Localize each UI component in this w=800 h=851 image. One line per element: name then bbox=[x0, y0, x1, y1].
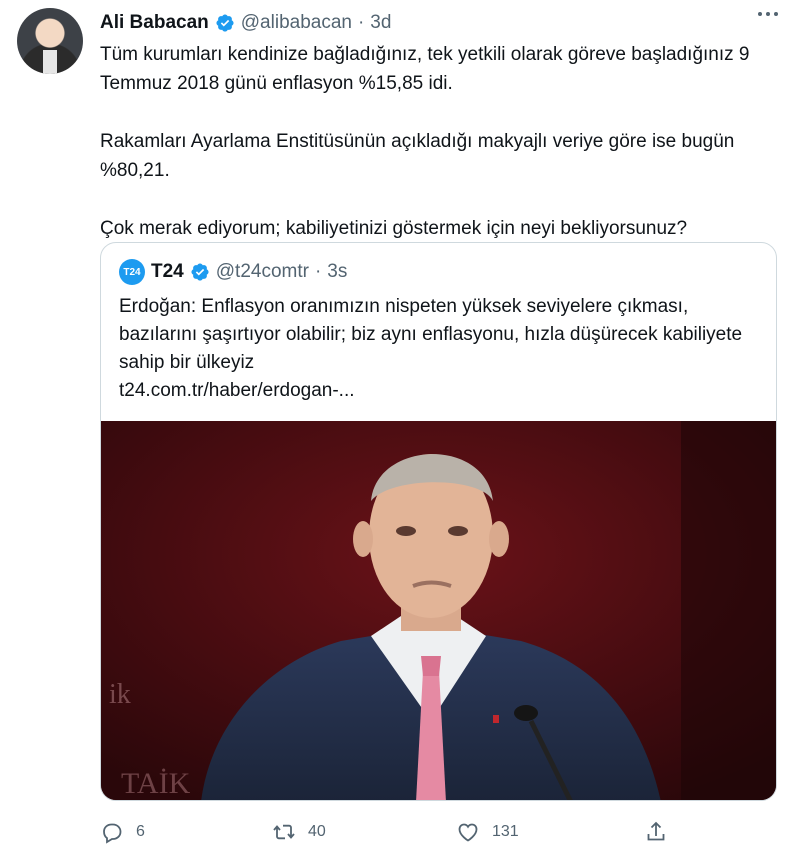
quoted-body: Erdoğan: Enflasyon oranımızın nispeten y… bbox=[119, 296, 743, 373]
tweet-paragraph: Rakamları Ayarlama Enstitüsünün açıkladı… bbox=[100, 131, 735, 181]
like-button[interactable]: 131 bbox=[456, 820, 519, 844]
tweet-text: Tüm kurumları kendinize bağladığınız, te… bbox=[100, 40, 790, 272]
quoted-tweet-text: Erdoğan: Enflasyon oranımızın nispeten y… bbox=[119, 293, 759, 405]
retweet-count: 40 bbox=[308, 823, 326, 840]
quoted-tweet-card[interactable]: T24 T24 @t24comtr · 3s Erdoğan: Enflasyo… bbox=[100, 242, 777, 801]
heart-icon bbox=[458, 823, 478, 842]
backdrop-text: ik bbox=[109, 679, 131, 710]
reply-button[interactable]: 6 bbox=[100, 820, 145, 844]
quoted-author-avatar[interactable]: T24 bbox=[119, 259, 145, 285]
avatar-shirt bbox=[43, 50, 57, 74]
backdrop-text: TAİK bbox=[121, 767, 191, 800]
tweet-paragraph: Tüm kurumları kendinize bağladığınız, te… bbox=[100, 44, 750, 94]
verified-badge-icon bbox=[191, 263, 209, 281]
tweet-header: Ali Babacan @alibabacan · 3d bbox=[100, 10, 391, 36]
tweet-timestamp[interactable]: 3d bbox=[370, 12, 391, 34]
share-button[interactable] bbox=[644, 820, 668, 844]
header-separator: · bbox=[357, 12, 365, 33]
more-options-icon[interactable] bbox=[758, 12, 778, 16]
quoted-tweet-header: T24 T24 @t24comtr · 3s bbox=[119, 259, 347, 285]
reply-icon bbox=[103, 823, 122, 844]
author-name[interactable]: Ali Babacan bbox=[100, 12, 209, 34]
quoted-author-handle[interactable]: @t24comtr bbox=[216, 261, 309, 283]
quoted-header-separator: · bbox=[314, 261, 322, 282]
author-avatar[interactable] bbox=[17, 8, 83, 74]
quoted-timestamp[interactable]: 3s bbox=[327, 261, 347, 283]
quoted-tweet-image[interactable]: ik TAİK bbox=[101, 421, 776, 800]
verified-badge-icon bbox=[216, 14, 234, 32]
share-icon bbox=[647, 821, 665, 841]
retweet-icon bbox=[273, 824, 295, 840]
like-count: 131 bbox=[492, 823, 519, 840]
author-handle[interactable]: @alibabacan bbox=[241, 12, 352, 34]
portrait-illustration: ik TAİK bbox=[101, 421, 776, 800]
tweet-actions-bar: 6 40 131 bbox=[100, 818, 670, 846]
quoted-author-name[interactable]: T24 bbox=[151, 261, 184, 283]
retweet-button[interactable]: 40 bbox=[272, 820, 326, 844]
reply-count: 6 bbox=[136, 823, 145, 840]
tweet-paragraph: Çok merak ediyorum; kabiliyetinizi göste… bbox=[100, 218, 688, 239]
quoted-link[interactable]: t24.com.tr/haber/erdogan-... bbox=[119, 380, 355, 401]
